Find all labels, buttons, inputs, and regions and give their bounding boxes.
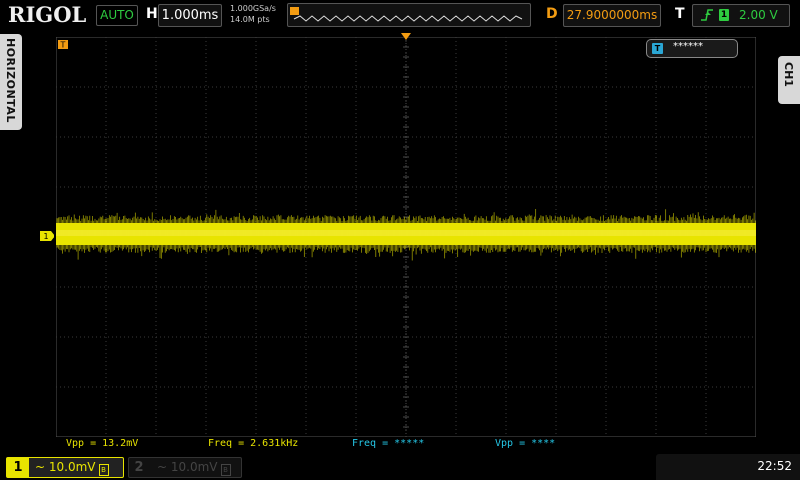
trigger-time-marker-icon: T	[58, 40, 68, 50]
ch1-offset-marker-icon[interactable]: 1	[40, 231, 54, 241]
bandwidth-limit-icon: B	[98, 464, 109, 476]
channel-1-scale: ~ 10.0mV B	[35, 458, 109, 477]
acquisition-info: 1.000GSa/s 14.0M pts	[230, 3, 276, 25]
bottom-bar: 1 ~ 10.0mV B 2 ~ 10.0mV B 22:52	[0, 452, 800, 480]
channel-2-button[interactable]: 2 ~ 10.0mV B	[128, 457, 242, 478]
trigger-level: 2.00 V	[739, 8, 778, 22]
svg-text:1: 1	[43, 232, 48, 241]
trigger-status-icon: T	[652, 43, 663, 54]
trigger-status-box: T ******	[646, 39, 738, 58]
trigger-label: T	[675, 6, 685, 22]
waveform-display[interactable]	[56, 37, 756, 437]
ch1-tab-label: CH1	[782, 62, 795, 87]
clock: 22:52	[757, 459, 792, 473]
memory-depth: 14.0M pts	[230, 15, 270, 24]
channel-1-number: 1	[7, 458, 29, 477]
horizontal-menu-tab[interactable]: HORIZONTAL	[0, 34, 22, 130]
trigger-position-marker	[290, 7, 299, 15]
memory-overview-strip[interactable]	[287, 3, 531, 27]
bandwidth-limit-icon: B	[220, 464, 231, 476]
measurement-vpp-ch2: Vpp = ****	[495, 438, 556, 449]
trigger-status-text: ******	[673, 41, 703, 52]
rising-edge-icon	[701, 9, 713, 21]
ch1-menu-tab[interactable]: CH1	[778, 56, 800, 104]
brand-logo: RIGOL	[8, 2, 87, 27]
delay-label: D	[546, 6, 558, 22]
run-mode-status[interactable]: AUTO	[96, 5, 138, 26]
horizontal-tab-label: HORIZONTAL	[4, 38, 17, 123]
sample-rate: 1.000GSa/s	[230, 4, 276, 13]
delay-value[interactable]: 27.9000000ms	[563, 4, 661, 27]
timebase-value[interactable]: 1.000ms	[158, 4, 222, 27]
trigger-position-arrow-icon	[401, 33, 411, 40]
trigger-source-badge: 1	[719, 9, 729, 21]
channel-1-button[interactable]: 1 ~ 10.0mV B	[6, 457, 124, 478]
horizontal-label: H	[146, 6, 158, 22]
top-bar: RIGOL AUTO H 1.000ms 1.000GSa/s 14.0M pt…	[0, 0, 800, 30]
channel-2-number: 2	[134, 460, 144, 475]
trigger-settings[interactable]: 1 2.00 V	[692, 4, 790, 27]
measurement-freq-ch2: Freq = *****	[352, 438, 425, 449]
status-area: 22:52	[656, 454, 800, 480]
measurement-vpp-ch1: Vpp = 13.2mV	[66, 438, 139, 449]
measurement-freq-ch1: Freq = 2.631kHz	[208, 438, 299, 449]
channel-2-scale: ~ 10.0mV B	[157, 458, 231, 477]
svg-text:T: T	[60, 41, 66, 50]
memory-waveform-icon	[290, 7, 523, 22]
